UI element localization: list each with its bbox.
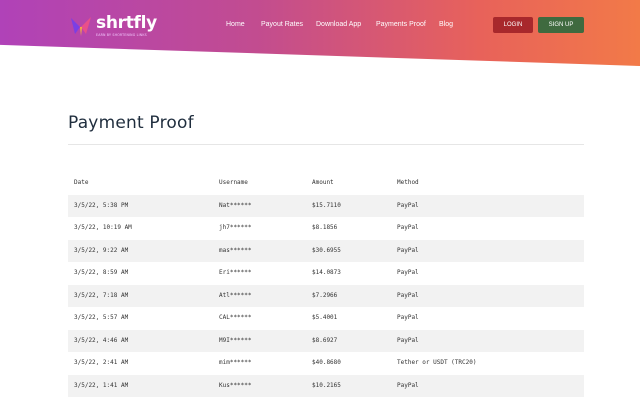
cell-date: 3/5/22, 4:46 AM [74, 330, 128, 353]
page-title: Payment Proof [68, 113, 194, 133]
cell-amount: $15.7110 [312, 195, 341, 218]
cell-date: 3/5/22, 2:41 AM [74, 352, 128, 375]
table-row: 3/5/22, 2:41 AM mim****** $40.8680 Tethe… [68, 352, 584, 375]
table-row: 3/5/22, 5:57 AM CAL****** $5.4001 PayPal [68, 307, 584, 330]
site-logo[interactable]: shrtfly EARN BY SHORTENING LINKS [69, 13, 157, 39]
table-row: 3/5/22, 1:41 AM Kus****** $10.2165 PayPa… [68, 375, 584, 397]
header-username: Username [219, 172, 248, 195]
cell-date: 3/5/22, 9:22 AM [74, 240, 128, 263]
cell-amount: $40.8680 [312, 352, 341, 375]
cell-date: 3/5/22, 8:59 AM [74, 262, 128, 285]
cell-amount: $7.2966 [312, 285, 337, 308]
logo-tagline: EARN BY SHORTENING LINKS [96, 33, 157, 37]
cell-method: PayPal [397, 375, 419, 397]
cell-amount: $10.2165 [312, 375, 341, 397]
table-row: 3/5/22, 8:59 AM Eri****** $14.0873 PayPa… [68, 262, 584, 285]
table-body: 3/5/22, 5:38 PM Nat****** $15.7110 PayPa… [68, 195, 584, 397]
login-button[interactable]: LOGIN [493, 17, 533, 33]
signup-button[interactable]: SIGN UP [538, 17, 584, 33]
table-header-row: Date Username Amount Method [68, 172, 584, 195]
cell-date: 3/5/22, 1:41 AM [74, 375, 128, 397]
cell-date: 3/5/22, 5:38 PM [74, 195, 128, 218]
cell-method: PayPal [397, 240, 419, 263]
nav-download-app[interactable]: Download App [316, 20, 361, 30]
nav-home[interactable]: Home [226, 20, 245, 30]
table-row: 3/5/22, 4:46 AM M9I****** $8.6927 PayPal [68, 330, 584, 353]
cell-username: jh7****** [219, 217, 252, 240]
header-date: Date [74, 172, 88, 195]
header-method: Method [397, 172, 419, 195]
table-row: 3/5/22, 7:18 AM Atl****** $7.2966 PayPal [68, 285, 584, 308]
cell-username: Eri****** [219, 262, 252, 285]
cell-username: CAL****** [219, 307, 252, 330]
cell-method: PayPal [397, 195, 419, 218]
cell-date: 3/5/22, 7:18 AM [74, 285, 128, 308]
cell-amount: $8.6927 [312, 330, 337, 353]
title-divider [68, 144, 584, 145]
cell-username: M9I****** [219, 330, 252, 353]
nav-blog[interactable]: Blog [439, 20, 453, 30]
table-row: 3/5/22, 10:19 AM jh7****** $8.1856 PayPa… [68, 217, 584, 240]
logo-text: shrtfly [96, 15, 157, 32]
cell-username: Nat****** [219, 195, 252, 218]
cell-date: 3/5/22, 10:19 AM [74, 217, 132, 240]
cell-method: PayPal [397, 217, 419, 240]
table-row: 3/5/22, 9:22 AM mas****** $30.6955 PayPa… [68, 240, 584, 263]
cell-method: PayPal [397, 262, 419, 285]
payments-table: Date Username Amount Method 3/5/22, 5:38… [68, 172, 584, 397]
cell-method: PayPal [397, 330, 419, 353]
nav-payout-rates[interactable]: Payout Rates [261, 20, 303, 30]
cell-method: Tether or USDT (TRC20) [397, 352, 476, 375]
header-amount: Amount [312, 172, 334, 195]
cell-amount: $8.1856 [312, 217, 337, 240]
cell-username: Atl****** [219, 285, 252, 308]
nav-payments-proof[interactable]: Payments Proof [376, 20, 426, 30]
cell-username: mim****** [219, 352, 252, 375]
cell-method: PayPal [397, 285, 419, 308]
cell-username: Kus****** [219, 375, 252, 397]
table-row: 3/5/22, 5:38 PM Nat****** $15.7110 PayPa… [68, 195, 584, 218]
cell-amount: $14.0873 [312, 262, 341, 285]
logo-bird-icon [69, 14, 93, 38]
cell-method: PayPal [397, 307, 419, 330]
cell-amount: $5.4001 [312, 307, 337, 330]
cell-amount: $30.6955 [312, 240, 341, 263]
cell-date: 3/5/22, 5:57 AM [74, 307, 128, 330]
cell-username: mas****** [219, 240, 252, 263]
